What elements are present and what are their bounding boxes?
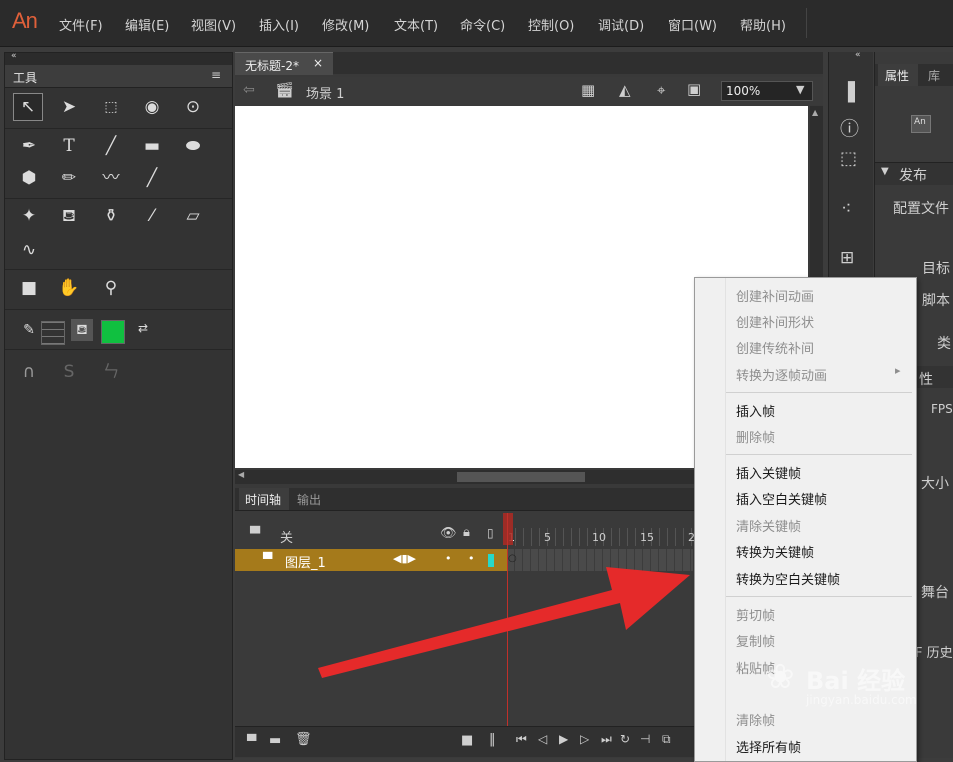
- context-menu-gutter: [695, 278, 726, 761]
- menu-item-cut-frames[interactable]: 剪切帧: [736, 605, 775, 624]
- menu-item-select-all-frames[interactable]: 选择所有帧: [736, 737, 801, 756]
- menu-item-insert-blank-keyframe[interactable]: 插入空白关键帧: [736, 489, 827, 508]
- menu-item-convert-to-keyframe[interactable]: 转换为关键帧: [736, 542, 814, 561]
- menu-separator: [726, 392, 912, 393]
- menu-item-insert-frame[interactable]: 插入帧: [736, 401, 775, 420]
- menu-item-copy-frames[interactable]: 复制帧: [736, 631, 775, 650]
- watermark-brand: Bai 经验: [806, 667, 906, 695]
- menu-separator: [726, 454, 912, 455]
- menu-item-create-shape-tween[interactable]: 创建补间形状: [736, 312, 814, 331]
- watermark-url: jingyan.baidu.com: [806, 693, 917, 707]
- paw-icon: ❀: [766, 657, 795, 697]
- menu-separator: [726, 596, 912, 597]
- submenu-arrow-icon: ▸: [895, 364, 901, 377]
- menu-item-create-classic-tween[interactable]: 创建传统补间: [736, 338, 814, 357]
- menu-item-create-motion-tween[interactable]: 创建补间动画: [736, 286, 814, 305]
- menu-item-clear-keyframe[interactable]: 清除关键帧: [736, 516, 801, 535]
- menu-item-insert-keyframe[interactable]: 插入关键帧: [736, 463, 801, 482]
- baidu-watermark: Bai 经验 jingyan.baidu.com ❀: [760, 655, 920, 715]
- menu-item-convert-frame-by-frame[interactable]: 转换为逐帧动画: [736, 365, 827, 384]
- arrow-shape: [318, 567, 690, 678]
- menu-item-remove-frames[interactable]: 删除帧: [736, 427, 775, 446]
- menu-item-convert-to-blank-keyframe[interactable]: 转换为空白关键帧: [736, 569, 840, 588]
